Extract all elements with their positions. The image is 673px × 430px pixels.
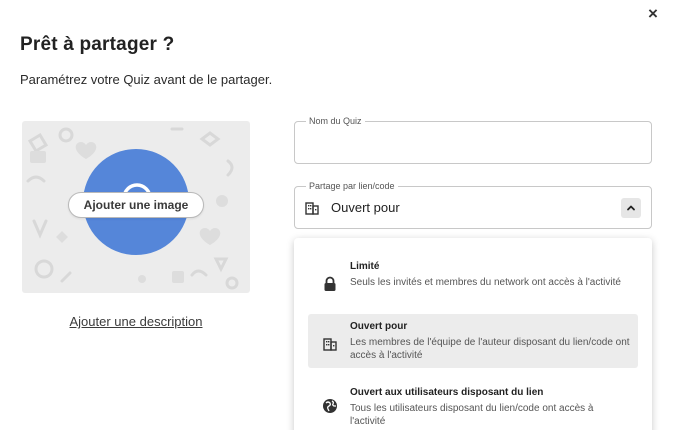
- share-mode-value: Ouvert pour: [331, 200, 400, 215]
- share-option-limited[interactable]: Limité Seuls les invités et membres du n…: [308, 254, 638, 295]
- dialog-subtitle: Paramétrez votre Quiz avant de le partag…: [20, 72, 273, 87]
- share-mode-select[interactable]: Partage par lien/code Ouvert pour: [294, 180, 652, 229]
- share-option-title: Limité: [350, 261, 380, 272]
- close-icon: ×: [648, 4, 658, 23]
- share-option-open-for[interactable]: Ouvert pour Les membres de l'équipe de l…: [308, 314, 638, 368]
- add-image-button[interactable]: Ajouter une image: [68, 192, 204, 218]
- building-icon: [305, 201, 319, 215]
- globe-icon: [322, 398, 338, 414]
- share-option-description: Seuls les invités et membres du network …: [350, 277, 621, 288]
- lock-icon: [322, 276, 338, 292]
- share-dialog: × Prêt à partager ? Paramétrez votre Qui…: [0, 0, 673, 430]
- quiz-image-placeholder[interactable]: Ajouter une image: [22, 121, 250, 293]
- building-icon: [322, 336, 338, 352]
- share-mode-label: Partage par lien/code: [306, 180, 398, 192]
- chevron-up-icon[interactable]: [621, 198, 641, 218]
- quiz-name-field[interactable]: Nom du Quiz: [294, 115, 652, 164]
- dialog-title: Prêt à partager ?: [20, 34, 175, 55]
- share-option-description: Les membres de l'équipe de l'auteur disp…: [350, 337, 630, 361]
- share-option-public-link[interactable]: Ouvert aux utilisateurs disposant du lie…: [308, 380, 638, 430]
- quiz-name-label: Nom du Quiz: [306, 115, 365, 127]
- share-option-description: Tous les utilisateurs disposant du lien/…: [350, 403, 594, 427]
- add-description-link[interactable]: Ajouter une description: [22, 314, 250, 329]
- close-button[interactable]: ×: [645, 4, 661, 23]
- quiz-name-input[interactable]: [305, 134, 641, 156]
- share-mode-dropdown: Limité Seuls les invités et membres du n…: [294, 238, 652, 430]
- share-option-title: Ouvert aux utilisateurs disposant du lie…: [350, 387, 544, 398]
- share-option-title: Ouvert pour: [350, 321, 408, 332]
